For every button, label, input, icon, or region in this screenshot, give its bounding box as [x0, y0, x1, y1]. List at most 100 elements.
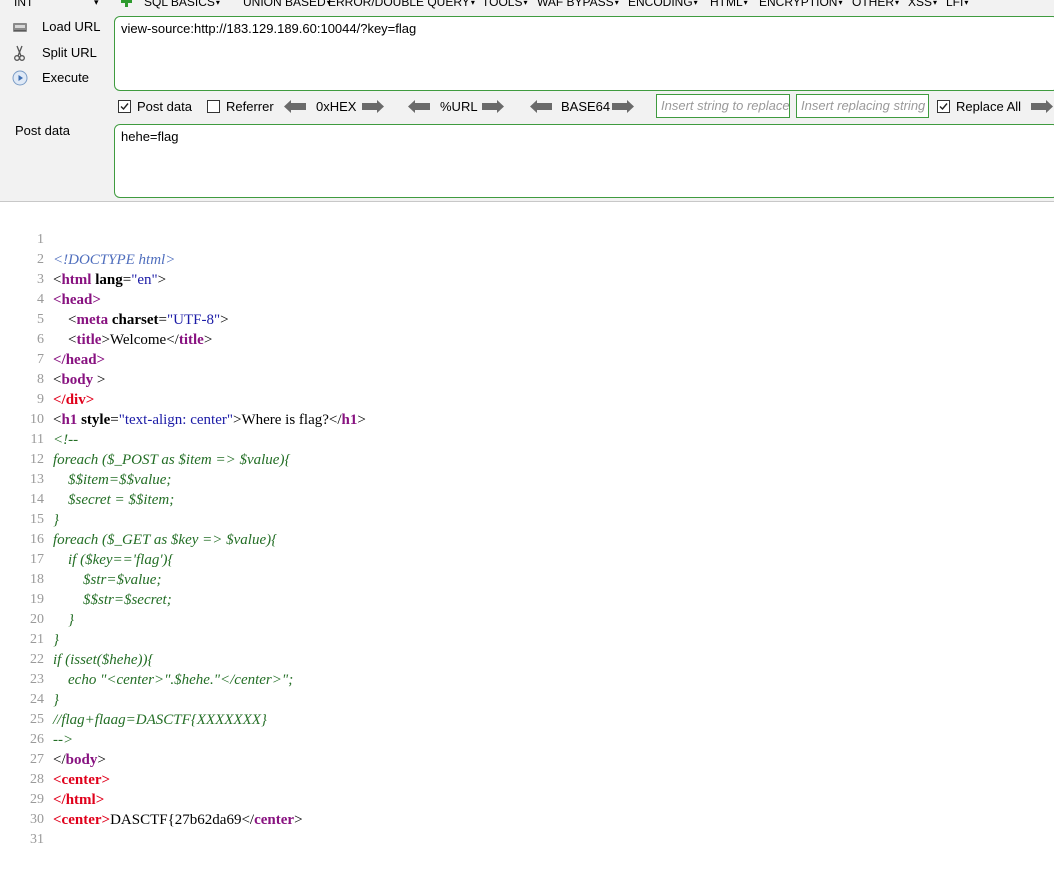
attr-value: "text-align: center" [118, 412, 233, 428]
comment: if ($key=='flag'){ [53, 552, 174, 568]
menu-xss[interactable]: XSS▾ [908, 0, 937, 10]
source-line: 18 $$str=$secret; [0, 550, 172, 608]
post-data-checkbox[interactable] [118, 100, 131, 113]
source-line: 27 <center> [0, 730, 110, 788]
replacing-string-input[interactable]: Insert replacing string [796, 94, 929, 118]
tag-name: title [76, 332, 102, 348]
source-line: 26 </body> [0, 710, 106, 768]
execute-label: Execute [42, 70, 89, 85]
menu-error-double-query[interactable]: ERROR/DOUBLE QUERY▾ [328, 0, 475, 10]
tag-name: h1 [341, 412, 358, 428]
comment: <!-- [53, 432, 79, 448]
attr-value: "UTF-8" [167, 312, 221, 328]
comment: $$str=$secret; [53, 592, 172, 608]
play-icon [12, 70, 28, 86]
attr-value: "en" [131, 272, 158, 288]
tag-name: <head> [53, 292, 101, 308]
attr-name: style [77, 412, 111, 428]
source-line: 12 $$item=$$value; [0, 430, 171, 488]
post-data-label: Post data [137, 99, 192, 114]
doctype: <!DOCTYPE html> [53, 252, 176, 268]
base64-encode-arrow-icon[interactable] [612, 100, 634, 113]
replace-string-input[interactable]: Insert string to replace [656, 94, 790, 118]
source-line: 19 } [0, 570, 74, 628]
source-line: 31 [0, 810, 44, 847]
comment: } [53, 612, 74, 628]
url-input[interactable]: view-source:http://183.129.189.60:10044/… [114, 16, 1054, 91]
source-line: 8 </div> [0, 350, 94, 408]
comment: } [53, 692, 59, 708]
menu-tools[interactable]: TOOLS▾ [482, 0, 527, 10]
hex-label: 0xHEX [316, 99, 357, 114]
source-line: 9 <h1 style="text-align: center">Where i… [0, 370, 366, 428]
source-line: 23 } [0, 650, 59, 708]
source-line: 1 <!DOCTYPE html> [0, 210, 175, 268]
post-data-field-label: Post data [15, 123, 70, 138]
source-line: 20 } [0, 590, 59, 648]
source-line: 29 <center>DASCTF{27b62da69</center> [0, 770, 303, 828]
source-line: 25 --> [0, 690, 73, 748]
source-line: 17 $str=$value; [0, 530, 161, 588]
url-encode-arrow-icon[interactable] [482, 100, 504, 113]
tag-name: body [61, 372, 94, 388]
comment: --> [53, 732, 74, 748]
base64-decode-arrow-icon[interactable] [530, 100, 552, 113]
load-url-icon [13, 23, 27, 32]
source-line: 22 echo "<center>".$hehe."</center>"; [0, 630, 293, 688]
comment: } [53, 632, 59, 648]
source-line: 4 <meta charset="UTF-8"> [0, 270, 229, 328]
source-line: 28 </html> [0, 750, 104, 808]
menu-waf-bypass[interactable]: WAF BYPASS▾ [537, 0, 619, 10]
source-line: 10 <!-- [0, 390, 78, 448]
hex-encode-arrow-icon[interactable] [362, 100, 384, 113]
source-line: 13 $secret = $$item; [0, 450, 174, 508]
attr-name: charset [108, 312, 159, 328]
checkmark-icon [120, 103, 129, 111]
text-content: Welcome [109, 332, 167, 348]
error-tag: </html> [53, 792, 105, 808]
comment: //flag+flaag=DASCTF{XXXXXXX} [53, 712, 267, 728]
checkmark-icon [939, 103, 948, 111]
source-line: 15 foreach ($_GET as $key => $value){ [0, 490, 277, 548]
tag-name: </head> [53, 352, 106, 368]
comment: if (isset($hehe)){ [53, 652, 154, 668]
menu-union-based[interactable]: UNION BASED▾ [243, 0, 331, 10]
source-line: 14 } [0, 470, 59, 528]
source-line: 11 foreach ($_POST as $item => $value){ [0, 410, 291, 468]
replace-arrow-icon[interactable] [1031, 100, 1053, 113]
url-decode-arrow-icon[interactable] [408, 100, 430, 113]
source-line: 30 [0, 790, 44, 827]
menu-html[interactable]: HTML▾ [710, 0, 748, 10]
menu-other[interactable]: OTHER▾ [852, 0, 899, 10]
menu-sql-basics[interactable]: SQL BASICS▾ [144, 0, 220, 10]
tag-name: html [61, 272, 92, 288]
source-line: 2 <html lang="en"> [0, 230, 166, 288]
add-icon[interactable] [121, 0, 132, 7]
url-label: %URL [440, 99, 478, 114]
line-number: 31 [30, 832, 44, 847]
menu-lfi[interactable]: LFI▾ [946, 0, 968, 10]
hackbar-menubar: INT ▾ SQL BASICS▾ UNION BASED▾ ERROR/DOU… [0, 0, 1054, 9]
source-line: 6 </head> [0, 310, 105, 368]
scissors-icon [14, 45, 25, 61]
base64-label: BASE64 [561, 99, 611, 114]
int-select[interactable]: INT [14, 0, 86, 9]
text-content: Where is flag? [241, 412, 329, 428]
source-line: 7 <body > [0, 330, 105, 388]
source-line: 5 <title>Welcome</title> [0, 290, 212, 348]
menu-encoding[interactable]: ENCODING▾ [628, 0, 698, 10]
hex-decode-arrow-icon[interactable] [284, 100, 306, 113]
source-line: 24 //flag+flaag=DASCTF{XXXXXXX} [0, 670, 267, 728]
replace-all-checkbox[interactable] [937, 100, 950, 113]
comment: echo "<center>".$hehe."</center>"; [53, 672, 294, 688]
hackbar-panel: INT ▾ SQL BASICS▾ UNION BASED▾ ERROR/DOU… [0, 0, 1054, 202]
chevron-down-icon[interactable]: ▾ [94, 0, 99, 9]
source-line: 3 <head> [0, 250, 101, 308]
menu-encryption[interactable]: ENCRYPTION▾ [759, 0, 842, 10]
tag-name: body [65, 752, 98, 768]
source-line: 21 if (isset($hehe)){ [0, 610, 154, 668]
referrer-checkbox[interactable] [207, 100, 220, 113]
load-url-label: Load URL [42, 19, 101, 34]
referrer-label: Referrer [226, 99, 274, 114]
post-data-input[interactable]: hehe=flag [114, 124, 1054, 198]
